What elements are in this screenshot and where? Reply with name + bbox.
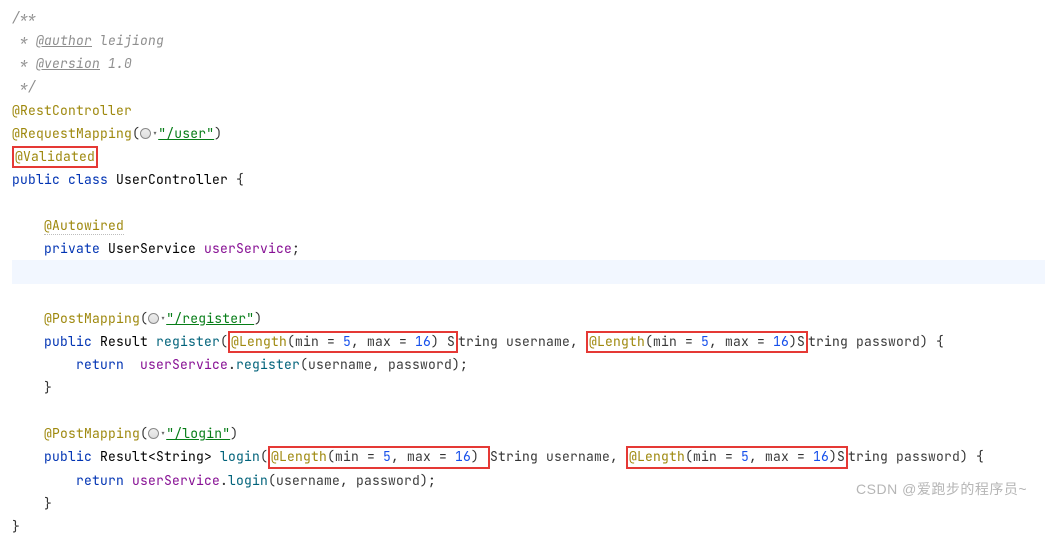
watermark: CSDN @爱跑步的程序员~ bbox=[856, 477, 1027, 502]
postmapping-path: "/login" bbox=[166, 425, 230, 442]
paren-open: ( bbox=[260, 448, 268, 465]
paren-close: ) bbox=[254, 310, 262, 327]
postmapping-path: "/register" bbox=[166, 310, 254, 327]
kw-public: public bbox=[44, 333, 92, 350]
semicolon: ; bbox=[292, 240, 300, 257]
length-max-label: max bbox=[367, 333, 391, 350]
call-register: register bbox=[236, 356, 300, 373]
caret-line bbox=[12, 260, 1045, 283]
comment-version-tag: @version bbox=[36, 55, 100, 72]
globe-icon[interactable] bbox=[148, 428, 159, 439]
code-line: public class UserController { bbox=[12, 171, 244, 188]
class-name: UserController bbox=[116, 171, 228, 188]
comment-author-name: leijiong bbox=[92, 32, 164, 49]
field-userservice: userService bbox=[204, 240, 292, 257]
paren-open: ( bbox=[140, 310, 148, 327]
annotation-postmapping: @PostMapping bbox=[44, 310, 140, 327]
code-line: return userService.login(username, passw… bbox=[12, 472, 436, 489]
comment-version-val: 1.0 bbox=[100, 55, 132, 72]
length-min-val: 5 bbox=[343, 333, 351, 350]
code-line: public Result<String> login(@Length(min … bbox=[12, 448, 984, 465]
annotation-requestmapping: @RequestMapping bbox=[12, 125, 132, 142]
code-line: @PostMapping(▾"/login") bbox=[12, 425, 238, 442]
code-line: * @version 1.0 bbox=[12, 55, 132, 72]
highlight-validated: @Validated bbox=[12, 146, 98, 168]
code-line: } bbox=[12, 495, 52, 512]
comment-open: /** bbox=[12, 9, 36, 26]
code-line bbox=[12, 194, 20, 211]
call-login: login bbox=[228, 472, 268, 489]
code-line: private UserService userService; bbox=[12, 240, 300, 257]
annotation-length: @Length bbox=[231, 333, 287, 350]
code-line: @PostMapping(▾"/register") bbox=[12, 310, 262, 327]
kw-public: public bbox=[44, 448, 92, 465]
request-mapping-path: "/user" bbox=[158, 125, 214, 142]
type-result-string: Result<String> bbox=[100, 448, 212, 465]
annotation-length: @Length bbox=[589, 333, 645, 350]
paren-close: ) bbox=[214, 125, 222, 142]
highlight-length-3: @Length(min = 5, max = 16) bbox=[268, 446, 490, 468]
highlight-length-1: @Length(min = 5, max = 16) S bbox=[228, 331, 458, 353]
annotation-validated: @Validated bbox=[15, 148, 95, 165]
brace-close: } bbox=[44, 495, 52, 512]
code-line: return userService.register(username, pa… bbox=[12, 356, 468, 373]
kw-class: class bbox=[68, 171, 108, 188]
kw-public: public bbox=[12, 171, 60, 188]
method-login: login bbox=[220, 448, 260, 465]
code-line: @Validated bbox=[12, 148, 98, 165]
globe-icon[interactable] bbox=[148, 313, 159, 324]
method-register: register bbox=[156, 333, 220, 350]
comment-close: */ bbox=[12, 78, 36, 95]
param-password: password bbox=[856, 333, 920, 350]
annotation-restcontroller: @RestController bbox=[12, 102, 132, 119]
paren-open: ( bbox=[140, 425, 148, 442]
code-line: @Autowired bbox=[12, 217, 124, 234]
highlight-length-4: @Length(min = 5, max = 16)S bbox=[626, 446, 848, 468]
comment-author-tag: @author bbox=[36, 32, 92, 49]
brace-close: } bbox=[44, 379, 52, 396]
kw-return: return bbox=[76, 472, 124, 489]
paren-open: ( bbox=[132, 125, 140, 142]
type-result: Result bbox=[100, 333, 148, 350]
code-line: */ bbox=[12, 78, 36, 95]
length-max-val: 16 bbox=[415, 333, 431, 350]
type-userservice: UserService bbox=[108, 240, 196, 257]
comment-prefix: * bbox=[12, 55, 36, 72]
param-username: username bbox=[506, 333, 570, 350]
field-userservice-ref: userService bbox=[140, 356, 228, 373]
code-line bbox=[12, 402, 20, 419]
brace-open: { bbox=[236, 171, 244, 188]
highlight-length-2: @Length(min = 5, max = 16)S bbox=[586, 331, 808, 353]
code-line: @RestController bbox=[12, 102, 132, 119]
globe-icon[interactable] bbox=[140, 128, 151, 139]
code-line: /** bbox=[12, 9, 36, 26]
code-editor[interactable]: /** * @author leijiong * @version 1.0 */… bbox=[12, 6, 1045, 538]
comment-prefix: * bbox=[12, 32, 36, 49]
code-line: @RequestMapping(▾"/user") bbox=[12, 125, 222, 142]
brace-close: } bbox=[12, 518, 20, 535]
paren-close: ) bbox=[230, 425, 238, 442]
code-line: * @author leijiong bbox=[12, 32, 164, 49]
kw-private: private bbox=[44, 240, 100, 257]
code-line: } bbox=[12, 518, 20, 535]
code-line: } bbox=[12, 379, 52, 396]
annotation-autowired: @Autowired bbox=[44, 217, 124, 235]
annotation-postmapping: @PostMapping bbox=[44, 425, 140, 442]
length-min-label: min bbox=[295, 333, 319, 350]
kw-return: return bbox=[76, 356, 124, 373]
code-line: public Result register(@Length(min = 5, … bbox=[12, 333, 944, 350]
paren-open: ( bbox=[220, 333, 228, 350]
